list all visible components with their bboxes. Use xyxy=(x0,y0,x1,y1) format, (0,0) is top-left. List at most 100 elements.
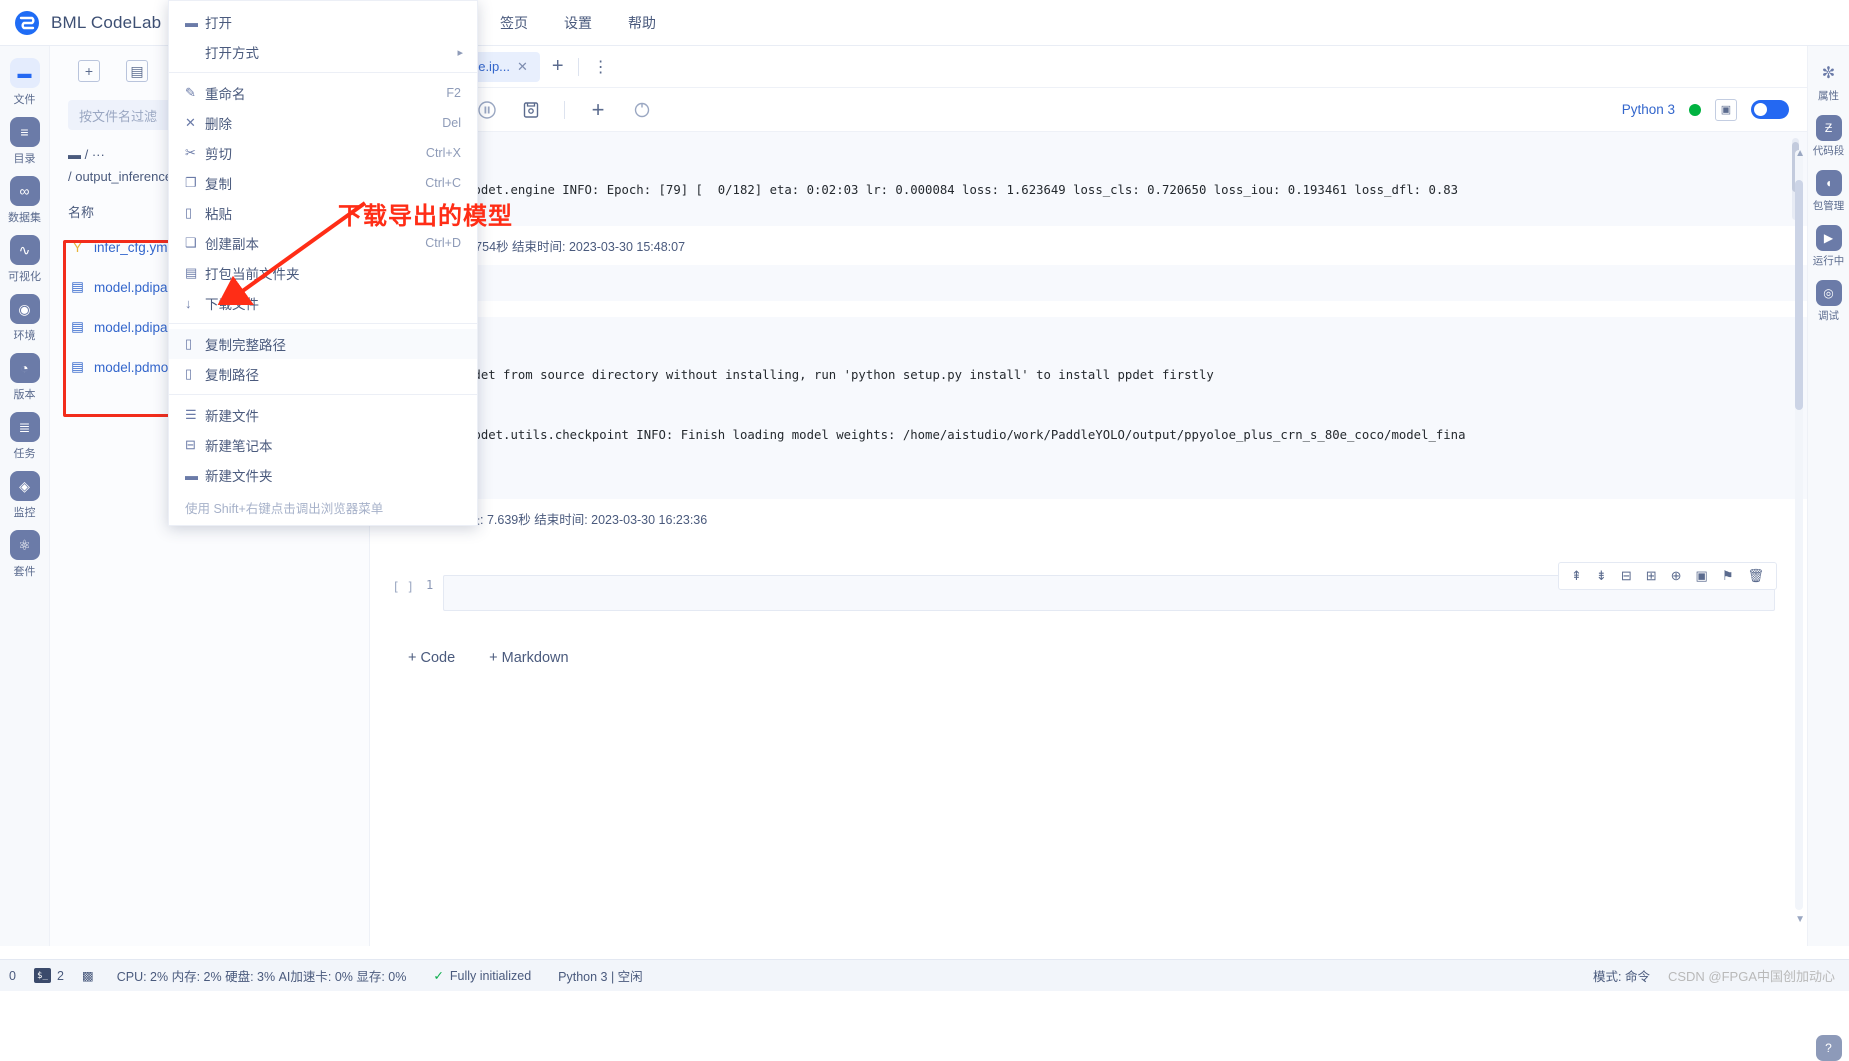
output-line: : import ppdet from source directory wit… xyxy=(392,368,1214,382)
run-meta: : 10588.754秒 结束时间: 2023-03-30 15:48:07 xyxy=(430,240,686,254)
tab-overflow-menu-icon[interactable]: ⋮ xyxy=(585,57,619,77)
sidebar-item-dataset[interactable]: ∞ 数据集 xyxy=(0,176,50,225)
kernel-name[interactable]: Python 3 xyxy=(1622,102,1675,117)
archive-icon: ▤ xyxy=(185,265,198,280)
status-count-0[interactable]: 0 xyxy=(0,969,25,983)
delete-icon[interactable]: 🗑 xyxy=(1747,568,1764,584)
menu-item-download-file[interactable]: ↓ 下载文件 xyxy=(169,288,477,318)
add-markdown-button[interactable]: + Markdown xyxy=(489,650,568,666)
right-item-package[interactable]: ◖ 包管理 xyxy=(1813,170,1844,213)
menu-item-copy-full-path[interactable]: ▯ 复制完整路径 xyxy=(169,329,477,359)
menu-item-new-folder[interactable]: ▬ 新建文件夹 xyxy=(169,460,477,490)
move-down-icon[interactable]: ⇟ xyxy=(1596,568,1607,584)
output-text: 15:46:00] ppdet.engine INFO: Epoch: [79]… xyxy=(370,132,1807,226)
menu-item-label: 复制完整路径 xyxy=(205,338,286,353)
pause-icon[interactable] xyxy=(476,99,498,121)
new-folder-icon[interactable]: ▤ xyxy=(126,60,148,82)
cpu-chip-icon: ▩ xyxy=(81,969,94,983)
menu-item-shortcut: F2 xyxy=(446,86,461,100)
menu-item-shortcut: Del xyxy=(442,116,461,130)
page-scrollbar-thumb[interactable] xyxy=(1795,180,1803,410)
visualize-icon: ∿ xyxy=(9,235,40,265)
merge-icon[interactable]: ⊟ xyxy=(1621,568,1632,584)
sidebar-item-label: 文件 xyxy=(13,94,36,106)
suite-icon: ⚛ xyxy=(9,530,40,560)
notebook-tab-bar: ✕ ppyoloe.ip... ✕ + ⋮ xyxy=(370,46,1807,88)
split-icon[interactable]: ⊞ xyxy=(1646,568,1657,584)
status-init: ✓ Fully initialized xyxy=(415,968,540,984)
toc-icon: ≡ xyxy=(9,117,40,147)
menu-item-new-notebook[interactable]: ⊟ 新建笔记本 xyxy=(169,430,477,460)
status-bar-right: 模式: 命令 CSDN @FPGA中国创加动心 xyxy=(1593,966,1849,985)
menu-item-copy-path[interactable]: ▯ 复制路径 xyxy=(169,359,477,389)
sidebar-item-monitor[interactable]: ◈ 监控 xyxy=(0,471,50,520)
file-icon: ▤ xyxy=(71,279,84,294)
add-tab-button[interactable]: + xyxy=(544,55,572,78)
menu-item-archive-folder[interactable]: ▤ 打包当前文件夹 xyxy=(169,258,477,288)
mode-toggle[interactable] xyxy=(1751,100,1789,119)
comment-icon[interactable]: ▣ xyxy=(1696,568,1708,584)
move-up-icon[interactable]: ⇞ xyxy=(1571,568,1582,584)
right-item-help[interactable]: ? xyxy=(1815,1035,1842,1061)
top-menu-item-1[interactable]: 设置 xyxy=(546,0,610,46)
notebook-area: ✕ ppyoloe.ip... ✕ + ⋮ + P xyxy=(370,46,1807,946)
notebook-cell: ⇞ ⇟ ⊟ ⊞ ⊕ ▣ ⚑ 🗑 [ ] 1 xyxy=(370,562,1807,620)
menu-item-shortcut: Ctrl+D xyxy=(425,236,461,250)
menu-item-open[interactable]: ▬ 打开 xyxy=(169,7,477,37)
right-item-running[interactable]: ▶ 运行中 xyxy=(1813,225,1844,268)
add-code-button[interactable]: + Code xyxy=(408,650,455,666)
new-notebook-icon: ⊟ xyxy=(185,437,196,452)
new-folder-icon: ▬ xyxy=(185,467,198,483)
right-item-property[interactable]: ✼ 属性 xyxy=(1816,60,1842,103)
sidebar-item-visualize[interactable]: ∿ 可视化 xyxy=(0,235,50,284)
sidebar-item-task[interactable]: ≣ 任务 xyxy=(0,412,50,461)
output-block-3: : import ppdet from source directory wit… xyxy=(370,317,1807,538)
sidebar-item-version[interactable]: ◔ 版本 xyxy=(0,353,50,402)
top-menu-item-2[interactable]: 帮助 xyxy=(610,0,674,46)
menu-item-open-with[interactable]: 打开方式 ▸ xyxy=(169,37,477,67)
divider xyxy=(564,100,565,119)
divider xyxy=(169,323,477,324)
sidebar-item-files[interactable]: ▬ 文件 xyxy=(0,58,50,107)
menu-item-label: 创建副本 xyxy=(205,237,259,252)
bookmark-icon[interactable]: ⚑ xyxy=(1722,568,1734,584)
menu-item-new-file[interactable]: ☰ 新建文件 xyxy=(169,400,477,430)
cell-line-number: 1 xyxy=(426,578,434,592)
chevron-right-icon: ▸ xyxy=(457,46,463,59)
status-cpu-chip[interactable]: ▩ xyxy=(73,968,103,983)
menu-item-delete[interactable]: ✕ 删除 Del xyxy=(169,108,477,138)
output-block-1: 15:46:00] ppdet.engine INFO: Epoch: [79]… xyxy=(370,132,1807,265)
status-kernel[interactable]: Python 3 | 空闲 xyxy=(540,966,652,985)
right-sidebar-rail: ✼ 属性 Ƶ 代码段 ◖ 包管理 ▶ 运行中 ◎ 调试 ? xyxy=(1807,46,1849,1061)
right-item-debug[interactable]: ◎ 调试 xyxy=(1815,280,1842,323)
menu-item-copy[interactable]: ❐ 复制 Ctrl+C xyxy=(169,168,477,198)
property-gear-icon: ✼ xyxy=(1821,65,1836,82)
right-item-snippet[interactable]: Ƶ 代码段 xyxy=(1813,115,1844,158)
stop-icon[interactable] xyxy=(631,99,653,121)
menu-item-cut[interactable]: ✂ 剪切 Ctrl+X xyxy=(169,138,477,168)
top-menu-item-0[interactable]: 签页 xyxy=(482,0,546,46)
save-icon[interactable] xyxy=(520,99,542,121)
add-cell-icon[interactable]: + xyxy=(587,97,609,122)
status-resources: CPU: 2% 内存: 2% 硬盘: 3% AI加速卡: 0% 显存: 0% xyxy=(116,970,407,984)
output-line: 16:23:31] ppdet.utils.checkpoint INFO: F… xyxy=(392,428,1466,442)
menu-item-rename[interactable]: ✎ 重命名 F2 xyxy=(169,78,477,108)
menu-item-duplicate[interactable]: ❑ 创建副本 Ctrl+D xyxy=(169,228,477,258)
add-cell-row: + Code + Markdown xyxy=(370,620,1807,666)
menu-item-shortcut: Ctrl+C xyxy=(425,176,461,190)
clipboard-icon: ▯ xyxy=(185,205,193,220)
kernel-badge-icon[interactable]: ▣ xyxy=(1715,98,1737,121)
sidebar-item-toc[interactable]: ≡ 目录 xyxy=(0,117,50,166)
sidebar-item-label: 监控 xyxy=(13,507,36,519)
close-icon[interactable]: ✕ xyxy=(517,59,528,75)
status-terminal[interactable]: $_ 2 xyxy=(25,968,73,983)
insert-cell-icon[interactable]: ⊕ xyxy=(1671,568,1682,584)
menu-item-label: 删除 xyxy=(205,117,232,132)
folder-open-icon: ▬ xyxy=(185,14,198,30)
sidebar-item-environment[interactable]: ◉ 环境 xyxy=(0,294,50,343)
scroll-down-arrow-icon[interactable]: ▼ xyxy=(1795,914,1805,925)
new-file-icon[interactable]: + xyxy=(78,60,100,82)
scroll-up-arrow-icon[interactable]: ▲ xyxy=(1795,148,1805,159)
monitor-icon: ◈ xyxy=(9,471,40,501)
sidebar-item-suite[interactable]: ⚛ 套件 xyxy=(0,530,50,579)
